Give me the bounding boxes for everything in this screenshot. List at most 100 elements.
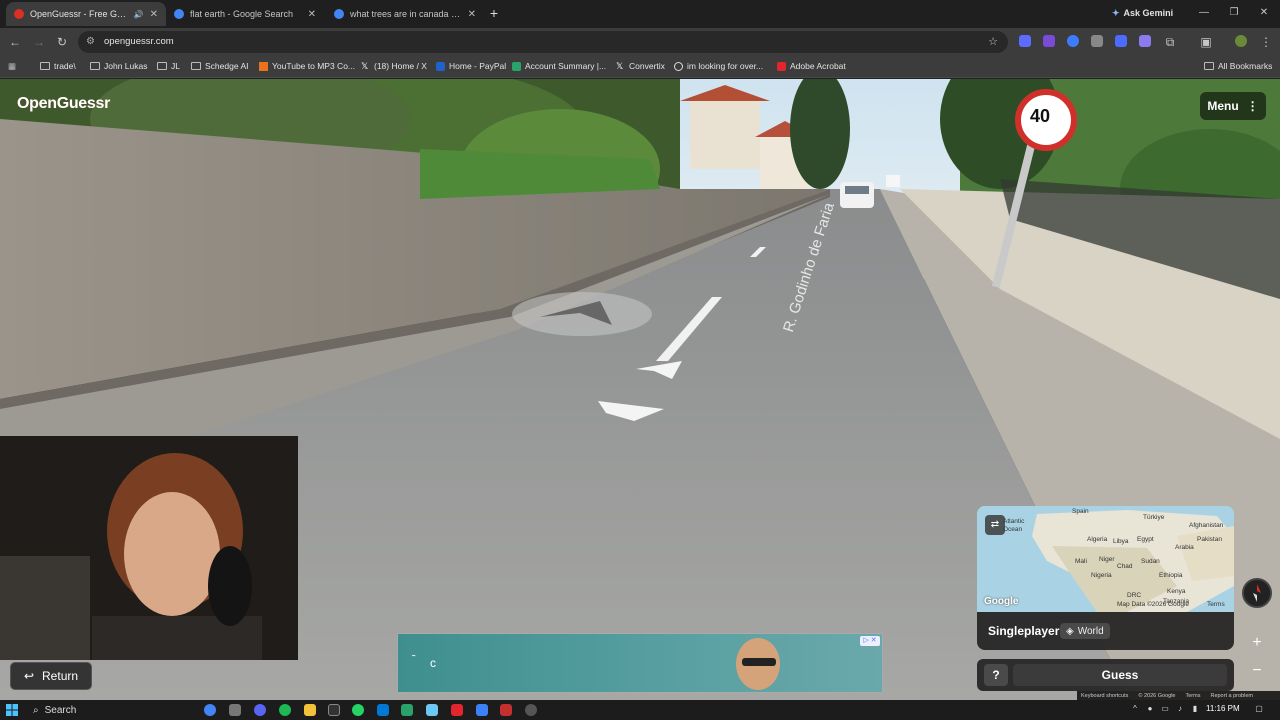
ad-text: c xyxy=(430,656,436,670)
app-taskbar-icon[interactable] xyxy=(401,704,413,716)
bookmark-item[interactable]: Account Summary |... xyxy=(512,61,606,71)
extension-icon[interactable] xyxy=(1139,35,1151,47)
extension-icon[interactable] xyxy=(1043,35,1055,47)
bookmark-item[interactable]: JL xyxy=(157,61,180,71)
close-tab-icon[interactable]: ✕ xyxy=(468,9,476,20)
bookmark-item[interactable]: YouTube to MP3 Co... xyxy=(259,61,355,71)
site-info-icon[interactable]: ⚙ xyxy=(86,36,95,47)
webcam-overlay xyxy=(0,436,298,660)
taskbar-search[interactable]: ⌕ Search xyxy=(27,702,187,718)
spotify-taskbar-icon[interactable] xyxy=(279,704,291,716)
paypal-icon xyxy=(436,61,445,71)
region-badge[interactable]: ◈ World xyxy=(1060,623,1110,639)
zoom-out-button[interactable]: − xyxy=(1246,660,1268,682)
obs-taskbar-icon[interactable] xyxy=(328,704,340,716)
bookmark-label: Account Summary |... xyxy=(525,61,607,71)
new-tab-button[interactable]: + xyxy=(486,4,502,22)
keyboard-shortcuts-link[interactable]: Keyboard shortcuts xyxy=(1081,693,1128,699)
close-window-button[interactable]: ✕ xyxy=(1254,4,1274,22)
whatsapp-taskbar-icon[interactable] xyxy=(352,704,364,716)
battery-icon[interactable]: ▮ xyxy=(1190,704,1200,714)
bookmark-label: Adobe Acrobat xyxy=(790,61,846,71)
report-problem-link[interactable]: Report a problem xyxy=(1210,693,1253,699)
profile-avatar[interactable] xyxy=(1235,35,1247,47)
zoom-in-button[interactable]: + xyxy=(1246,632,1268,654)
bookmark-item[interactable]: John Lukas xyxy=(90,61,147,71)
tray-chevron-icon[interactable]: ^ xyxy=(1130,704,1140,714)
windows-start-icon[interactable] xyxy=(6,704,18,716)
bookmark-item[interactable]: im looking for over... xyxy=(674,61,763,71)
tab-openguessr[interactable]: OpenGuessr - Free GeoGue 🔊 ✕ xyxy=(6,2,166,26)
copyright-text: © 2026 Google xyxy=(1138,692,1176,699)
map-label: Türkiye xyxy=(1143,514,1165,521)
map-label: Algeria xyxy=(1087,536,1108,543)
google-watermark: Google xyxy=(984,596,1019,607)
tab-strip: OpenGuessr - Free GeoGue 🔊 ✕ flat earth … xyxy=(0,0,1280,28)
help-button[interactable]: ? xyxy=(984,664,1008,686)
extension-icon[interactable] xyxy=(1115,35,1127,47)
clock[interactable]: 11:16 PM xyxy=(1206,704,1240,713)
more-menu-icon[interactable]: ⋮ xyxy=(1258,34,1274,50)
app-taskbar-icon[interactable] xyxy=(525,704,537,716)
file-explorer-taskbar-icon[interactable] xyxy=(304,704,316,716)
app-taskbar-icon[interactable] xyxy=(476,704,488,716)
bookmark-item[interactable]: Home - PayPal xyxy=(436,61,506,71)
return-button[interactable]: ↩ Return xyxy=(10,662,92,690)
close-tab-icon[interactable]: ✕ xyxy=(308,9,316,20)
address-bar[interactable]: ⚙ openguessr.com ☆ xyxy=(78,31,1008,53)
reload-icon[interactable]: ↻ xyxy=(54,34,70,50)
advertisement-banner[interactable]: ▷ ✕ ˜ c xyxy=(397,633,883,693)
extension-icon[interactable] xyxy=(1019,35,1031,47)
side-panel-icon[interactable]: ▣ xyxy=(1198,34,1214,50)
extension-icon[interactable] xyxy=(1067,35,1079,47)
openguessr-logo[interactable]: OpenGuessr xyxy=(17,95,110,113)
compass-icon[interactable] xyxy=(1242,578,1272,608)
bookmark-label: YouTube to MP3 Co... xyxy=(272,61,356,71)
folder-icon xyxy=(40,62,50,70)
tab-trees-canada[interactable]: what trees are in canada - Goo ✕ xyxy=(326,2,484,26)
discord-taskbar-icon[interactable] xyxy=(254,704,266,716)
map-data-text: Map Data ©2026 Google xyxy=(1117,601,1190,608)
settings-taskbar-icon[interactable] xyxy=(229,704,241,716)
ask-gemini-button[interactable]: ✦ Ask Gemini xyxy=(1106,5,1179,21)
map-label: Arabia xyxy=(1175,544,1194,551)
ad-mark-icon: ˜ xyxy=(412,654,416,665)
bookmark-item[interactable]: Schedge AI xyxy=(191,61,248,71)
vscode-taskbar-icon[interactable] xyxy=(377,704,389,716)
extension-icon[interactable] xyxy=(1091,35,1103,47)
notifications-icon[interactable]: ▢ xyxy=(1254,704,1264,714)
forward-arrow-icon[interactable]: → xyxy=(31,34,47,50)
bookmark-item[interactable]: trade\ xyxy=(40,61,76,71)
ask-gemini-label: Ask Gemini xyxy=(1123,8,1174,18)
apps-grid-icon[interactable]: ▦ xyxy=(8,61,16,72)
all-bookmarks-button[interactable]: All Bookmarks xyxy=(1204,61,1272,71)
acrobat-taskbar-icon[interactable] xyxy=(451,704,463,716)
map-resize-icon[interactable]: ⇄ xyxy=(985,515,1005,535)
ad-choices-icon[interactable]: ▷ ✕ xyxy=(860,636,880,646)
app-taskbar-icon[interactable] xyxy=(500,704,512,716)
minimize-window-button[interactable]: — xyxy=(1194,4,1214,22)
guess-button[interactable]: Guess xyxy=(1013,664,1227,686)
bookmark-item[interactable]: Adobe Acrobat xyxy=(777,61,846,71)
microphone-icon[interactable]: ● xyxy=(1145,704,1155,714)
openguessr-favicon-icon xyxy=(14,9,24,19)
map-label: Chad xyxy=(1117,563,1133,570)
x-icon: 𝕏 xyxy=(616,60,624,71)
restore-window-button[interactable]: ❐ xyxy=(1224,4,1244,22)
extensions-puzzle-icon[interactable]: ⧉ xyxy=(1162,34,1178,50)
map-terms-link[interactable]: Terms xyxy=(1207,601,1225,608)
bookmark-item[interactable]: 𝕏 Convertix xyxy=(616,61,665,71)
volume-icon[interactable]: ♪ xyxy=(1175,704,1185,714)
bookmark-label: Convertix xyxy=(629,61,665,71)
app-taskbar-icon[interactable] xyxy=(426,704,438,716)
bookmark-star-icon[interactable]: ☆ xyxy=(988,35,998,48)
back-arrow-icon[interactable]: ← xyxy=(7,34,23,50)
speaker-icon[interactable]: 🔊 xyxy=(134,10,144,19)
network-icon[interactable]: ▭ xyxy=(1160,704,1170,714)
close-tab-icon[interactable]: ✕ xyxy=(150,9,158,20)
tab-flat-earth[interactable]: flat earth - Google Search ✕ xyxy=(166,2,324,26)
menu-button[interactable]: Menu ⋮ xyxy=(1200,92,1266,120)
terms-link[interactable]: Terms xyxy=(1185,693,1200,699)
chrome-taskbar-icon[interactable] xyxy=(204,704,216,716)
bookmark-item[interactable]: 𝕏 (18) Home / X xyxy=(361,61,427,71)
